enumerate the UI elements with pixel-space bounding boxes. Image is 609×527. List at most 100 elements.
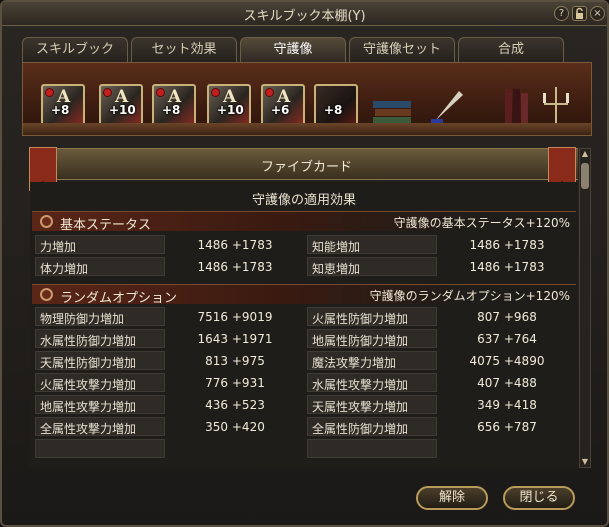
guardian-card-slot[interactable]: A +8 <box>152 84 196 128</box>
stat-name: 水属性攻撃力増加 <box>307 373 437 392</box>
close-button[interactable]: 閉じる <box>503 486 575 510</box>
card-level: +8 <box>51 103 70 117</box>
stat-name: 水属性防御力増加 <box>35 329 165 348</box>
scrollbar[interactable]: ▲ ▼ <box>579 148 591 468</box>
guardian-card-slot[interactable]: +8 <box>314 84 358 128</box>
scroll-down-icon[interactable]: ▼ <box>580 457 590 467</box>
card-level: +8 <box>324 103 343 117</box>
tab-skillbook[interactable]: スキルブック <box>22 37 128 62</box>
stat-value: 807 +968 <box>477 310 537 324</box>
section-emblem-icon <box>40 215 53 228</box>
card-level: +10 <box>217 103 244 117</box>
scroll-thumb[interactable] <box>581 163 589 189</box>
stat-value: 1486 +1783 <box>469 260 545 274</box>
stat-name: 物理防御力増加 <box>35 307 165 326</box>
stat-row: 魔法攻撃力増加 4075 +4890 <box>307 351 577 371</box>
card-level: +6 <box>271 103 290 117</box>
effects-title: 守護像の適用効果 <box>251 193 356 208</box>
release-button[interactable]: 解除 <box>416 486 488 510</box>
guardian-card-slot[interactable]: A +10 <box>99 84 143 128</box>
stat-row: 知能増加 1486 +1783 <box>307 235 577 255</box>
stat-row: 天属性防御力増加 813 +975 <box>35 351 305 371</box>
stat-value: 1486 +1783 <box>197 238 273 252</box>
stat-name: 火属性攻撃力増加 <box>35 373 165 392</box>
stat-name: 全属性攻撃力増加 <box>35 417 165 436</box>
stat-value: 1643 +1971 <box>197 332 273 346</box>
stat-value: 436 +523 <box>205 398 265 412</box>
stat-value: 349 +418 <box>477 398 537 412</box>
skillbook-shelf-window: スキルブック本棚(Y) ? × スキルブック セット効果 守護像 守護像セット … <box>0 0 609 527</box>
basic-stats-header: 基本ステータス 守護像の基本ステータス+120% <box>32 211 576 233</box>
help-icon[interactable]: ? <box>554 6 569 21</box>
section-emblem-icon <box>40 288 53 301</box>
card-level: +8 <box>162 103 181 117</box>
set-name: ファイブカード <box>260 160 352 175</box>
stat-name: 火属性防御力増加 <box>307 307 437 326</box>
gem-icon <box>103 88 112 97</box>
stat-name: 知能増加 <box>307 235 437 254</box>
stat-name: 天属性攻撃力増加 <box>307 395 437 414</box>
guardian-card-slot[interactable]: A +6 <box>261 84 305 128</box>
candelabra-icon <box>543 87 569 126</box>
guardian-card-slot[interactable]: A +8 <box>41 84 85 128</box>
card-shelf: A +8 A +10 A +8 A +10 A +6 +8 <box>22 62 592 136</box>
bookends-icon <box>505 89 528 125</box>
tab-set-effect[interactable]: セット効果 <box>131 37 237 62</box>
scroll-up-icon[interactable]: ▲ <box>580 149 590 159</box>
stat-row: 力増加 1486 +1783 <box>35 235 305 255</box>
stat-name: 地属性防御力増加 <box>307 329 437 348</box>
stat-row: 全属性防御力増加 656 +787 <box>307 417 577 437</box>
stat-row: 全属性攻撃力増加 350 +420 <box>35 417 305 437</box>
close-icon[interactable]: × <box>590 6 605 21</box>
stat-row: 地属性防御力増加 637 +764 <box>307 329 577 349</box>
window-title: スキルブック本棚(Y) <box>243 9 366 24</box>
tab-guardian-statue[interactable]: 守護像 <box>240 37 346 62</box>
stat-name <box>35 439 165 458</box>
stat-name: 知恵増加 <box>307 257 437 276</box>
stat-value: 1486 +1783 <box>197 260 273 274</box>
card-level: +10 <box>109 103 136 117</box>
stat-name: 地属性攻撃力増加 <box>35 395 165 414</box>
tab-bar: スキルブック セット効果 守護像 守護像セット 合成 <box>22 37 564 62</box>
title-bar[interactable]: スキルブック本棚(Y) ? × <box>2 2 607 26</box>
gem-icon <box>156 88 165 97</box>
guardian-card-slot[interactable]: A +10 <box>207 84 251 128</box>
stat-name: 全属性防御力増加 <box>307 417 437 436</box>
gem-icon <box>211 88 220 97</box>
stat-name <box>307 439 437 458</box>
stat-value: 4075 +4890 <box>469 354 545 368</box>
shelf-rail <box>23 123 591 135</box>
stat-row: 火属性攻撃力増加 776 +931 <box>35 373 305 393</box>
stat-value: 637 +764 <box>477 332 537 346</box>
gem-icon <box>45 88 54 97</box>
stat-name: 天属性防御力増加 <box>35 351 165 370</box>
stat-value: 1486 +1783 <box>469 238 545 252</box>
random-options-header: ランダムオプション 守護像のランダムオプション+120% <box>32 284 576 306</box>
stat-row: 水属性防御力増加 1643 +1971 <box>35 329 305 349</box>
stat-value: 776 +931 <box>205 376 265 390</box>
section-bonus: 守護像の基本ステータス+120% <box>393 216 570 230</box>
stat-row: 地属性攻撃力増加 436 +523 <box>35 395 305 415</box>
section-bonus: 守護像のランダムオプション+120% <box>369 289 570 303</box>
stat-row-empty <box>35 439 305 459</box>
stat-row: 体力増加 1486 +1783 <box>35 257 305 277</box>
tab-synthesis[interactable]: 合成 <box>458 37 564 62</box>
stat-value: 407 +488 <box>477 376 537 390</box>
gem-icon <box>265 88 274 97</box>
set-name-banner: ファイブカード <box>35 148 578 180</box>
stat-value: 813 +975 <box>205 354 265 368</box>
stat-row-empty <box>307 439 577 459</box>
tab-guardian-set[interactable]: 守護像セット <box>349 37 455 62</box>
stat-name: 力増加 <box>35 235 165 254</box>
stat-name: 体力増加 <box>35 257 165 276</box>
lock-icon[interactable] <box>572 6 587 21</box>
stat-row: 水属性攻撃力増加 407 +488 <box>307 373 577 393</box>
stat-row: 物理防御力増加 7516 +9019 <box>35 307 305 327</box>
stat-row: 知恵増加 1486 +1783 <box>307 257 577 277</box>
stat-value: 656 +787 <box>477 420 537 434</box>
stat-value: 7516 +9019 <box>197 310 273 324</box>
stat-name: 魔法攻撃力増加 <box>307 351 437 370</box>
stat-value: 350 +420 <box>205 420 265 434</box>
stat-row: 天属性攻撃力増加 349 +418 <box>307 395 577 415</box>
section-label: ランダムオプション <box>60 291 178 306</box>
